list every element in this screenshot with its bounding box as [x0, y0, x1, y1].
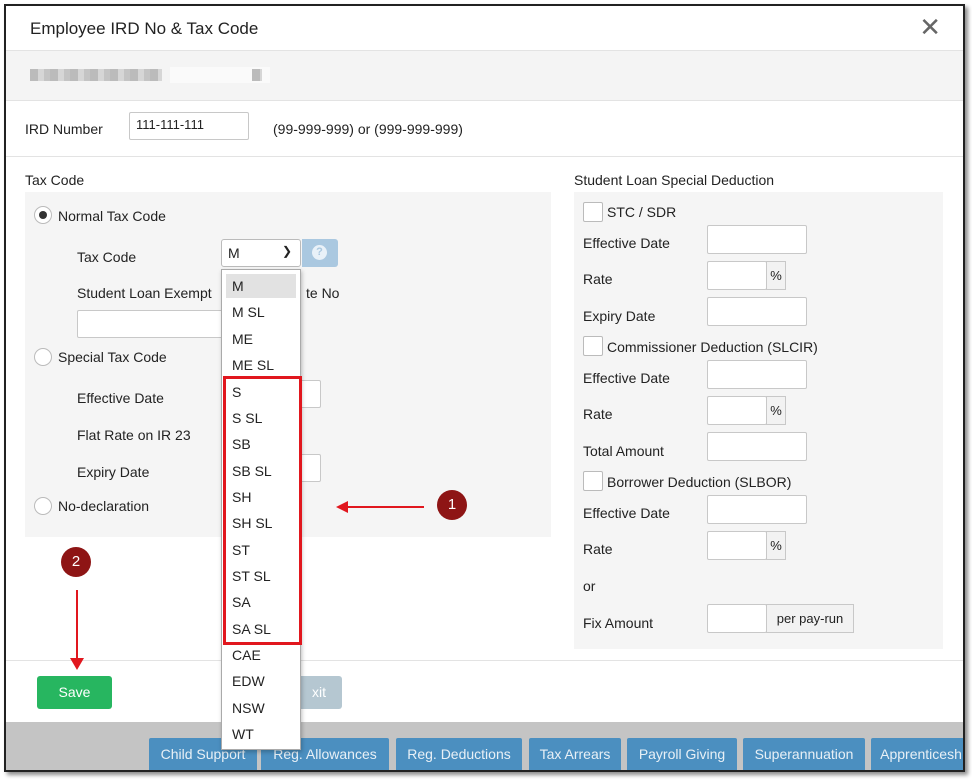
close-icon[interactable]: ✕: [919, 14, 941, 40]
option-nsw[interactable]: NSW: [226, 696, 296, 720]
dialog-header: Employee IRD No & Tax Code ✕: [6, 6, 963, 51]
stc-sdr-checkbox[interactable]: [583, 202, 603, 222]
commissioner-label: Commissioner Deduction (SLCIR): [607, 339, 818, 355]
per-pay-run-addon: per pay-run: [766, 604, 854, 633]
total-amount-label: Total Amount: [583, 443, 664, 459]
dialog-footer: [6, 660, 963, 722]
stc-expiry-date-label: Expiry Date: [583, 308, 656, 324]
borrower-effective-date-input[interactable]: [707, 495, 807, 524]
borrower-rate-percent: %: [766, 531, 786, 560]
chevron-down-icon: ❯: [281, 244, 292, 258]
or-label: or: [583, 578, 596, 594]
dialog-title: Employee IRD No & Tax Code: [30, 19, 259, 38]
fix-amount-input[interactable]: [707, 604, 767, 633]
option-wt[interactable]: WT: [226, 722, 296, 746]
commissioner-rate-percent: %: [766, 396, 786, 425]
no-declaration-label: No-declaration: [58, 498, 150, 514]
option-me[interactable]: ME: [226, 327, 296, 351]
stc-effective-date-input[interactable]: [707, 225, 807, 254]
normal-tax-code-radio[interactable]: [34, 206, 52, 224]
employee-name-bar: [6, 51, 963, 101]
option-edw[interactable]: EDW: [226, 669, 296, 693]
borrower-effective-date-label: Effective Date: [583, 505, 670, 521]
special-tax-code-radio[interactable]: [34, 348, 52, 366]
question-icon: ?: [312, 245, 327, 260]
save-button[interactable]: Save: [37, 676, 112, 709]
borrower-checkbox[interactable]: [583, 471, 603, 491]
flat-rate-label: Flat Rate on IR 23: [77, 427, 191, 443]
commissioner-checkbox[interactable]: [583, 336, 603, 356]
student-loan-exempt-label: Student Loan Exempt: [77, 285, 212, 301]
total-amount-input[interactable]: [707, 432, 807, 461]
background-tab-bar: Child Support Reg. Allowances Reg. Deduc…: [6, 722, 963, 770]
annotation-highlight-box: [223, 376, 302, 645]
stc-rate-input[interactable]: [707, 261, 767, 290]
special-expiry-date-label: Expiry Date: [77, 464, 150, 480]
stc-expiry-date-input[interactable]: [707, 297, 807, 326]
stc-effective-date-label: Effective Date: [583, 235, 670, 251]
tab-apprenticeship[interactable]: Apprenticesh: [871, 738, 963, 770]
normal-tax-code-label: Normal Tax Code: [58, 208, 166, 224]
no-declaration-radio[interactable]: [34, 497, 52, 515]
fix-amount-label: Fix Amount: [583, 615, 654, 631]
commissioner-rate-input[interactable]: [707, 396, 767, 425]
stc-rate-percent: %: [766, 261, 786, 290]
annotation-arrow-left: [336, 501, 424, 513]
option-m[interactable]: M: [226, 274, 296, 298]
tax-code-label: Tax Code: [77, 249, 137, 265]
student-loan-exempt-input[interactable]: [77, 310, 227, 338]
ird-format-hint: (99-999-999) or (999-999-999): [273, 121, 463, 137]
student-loan-exempt-label-tail: te No: [306, 285, 340, 301]
ird-label: IRD Number: [25, 121, 103, 137]
stc-rate-label: Rate: [583, 271, 613, 287]
tab-superannuation[interactable]: Superannuation: [743, 738, 865, 770]
ird-row: IRD Number 111-111-111 (99-999-999) or (…: [6, 102, 963, 157]
help-button[interactable]: ?: [302, 239, 338, 267]
option-cae[interactable]: CAE: [226, 643, 296, 667]
tax-code-selected-value: M: [228, 245, 240, 261]
annotation-badge-2: 2: [61, 547, 91, 577]
annotation-badge-1: 1: [437, 490, 467, 520]
special-tax-code-label: Special Tax Code: [58, 349, 167, 365]
ird-number-input[interactable]: 111-111-111: [129, 112, 249, 140]
option-m-sl[interactable]: M SL: [226, 300, 296, 324]
commissioner-effective-date-label: Effective Date: [583, 370, 670, 386]
borrower-rate-label: Rate: [583, 541, 613, 557]
annotation-arrow-down: [70, 590, 84, 670]
dialog: Employee IRD No & Tax Code ✕ IRD Number …: [4, 4, 965, 772]
stc-sdr-label: STC / SDR: [607, 204, 677, 220]
redacted-name: [30, 69, 162, 81]
borrower-label: Borrower Deduction (SLBOR): [607, 474, 792, 490]
option-me-sl[interactable]: ME SL: [226, 353, 296, 377]
tax-code-heading: Tax Code: [25, 172, 85, 188]
commissioner-effective-date-input[interactable]: [707, 360, 807, 389]
exit-label: xit: [312, 684, 326, 700]
tax-code-select[interactable]: M ❯: [221, 239, 301, 267]
tab-payroll-giving[interactable]: Payroll Giving: [627, 738, 737, 770]
tab-reg-deductions[interactable]: Reg. Deductions: [396, 738, 522, 770]
special-effective-date-label: Effective Date: [77, 390, 164, 406]
tab-tax-arrears[interactable]: Tax Arrears: [529, 738, 621, 770]
borrower-rate-input[interactable]: [707, 531, 767, 560]
commissioner-rate-label: Rate: [583, 406, 613, 422]
redacted-name-3: [252, 69, 262, 81]
student-loan-heading: Student Loan Special Deduction: [574, 172, 775, 188]
